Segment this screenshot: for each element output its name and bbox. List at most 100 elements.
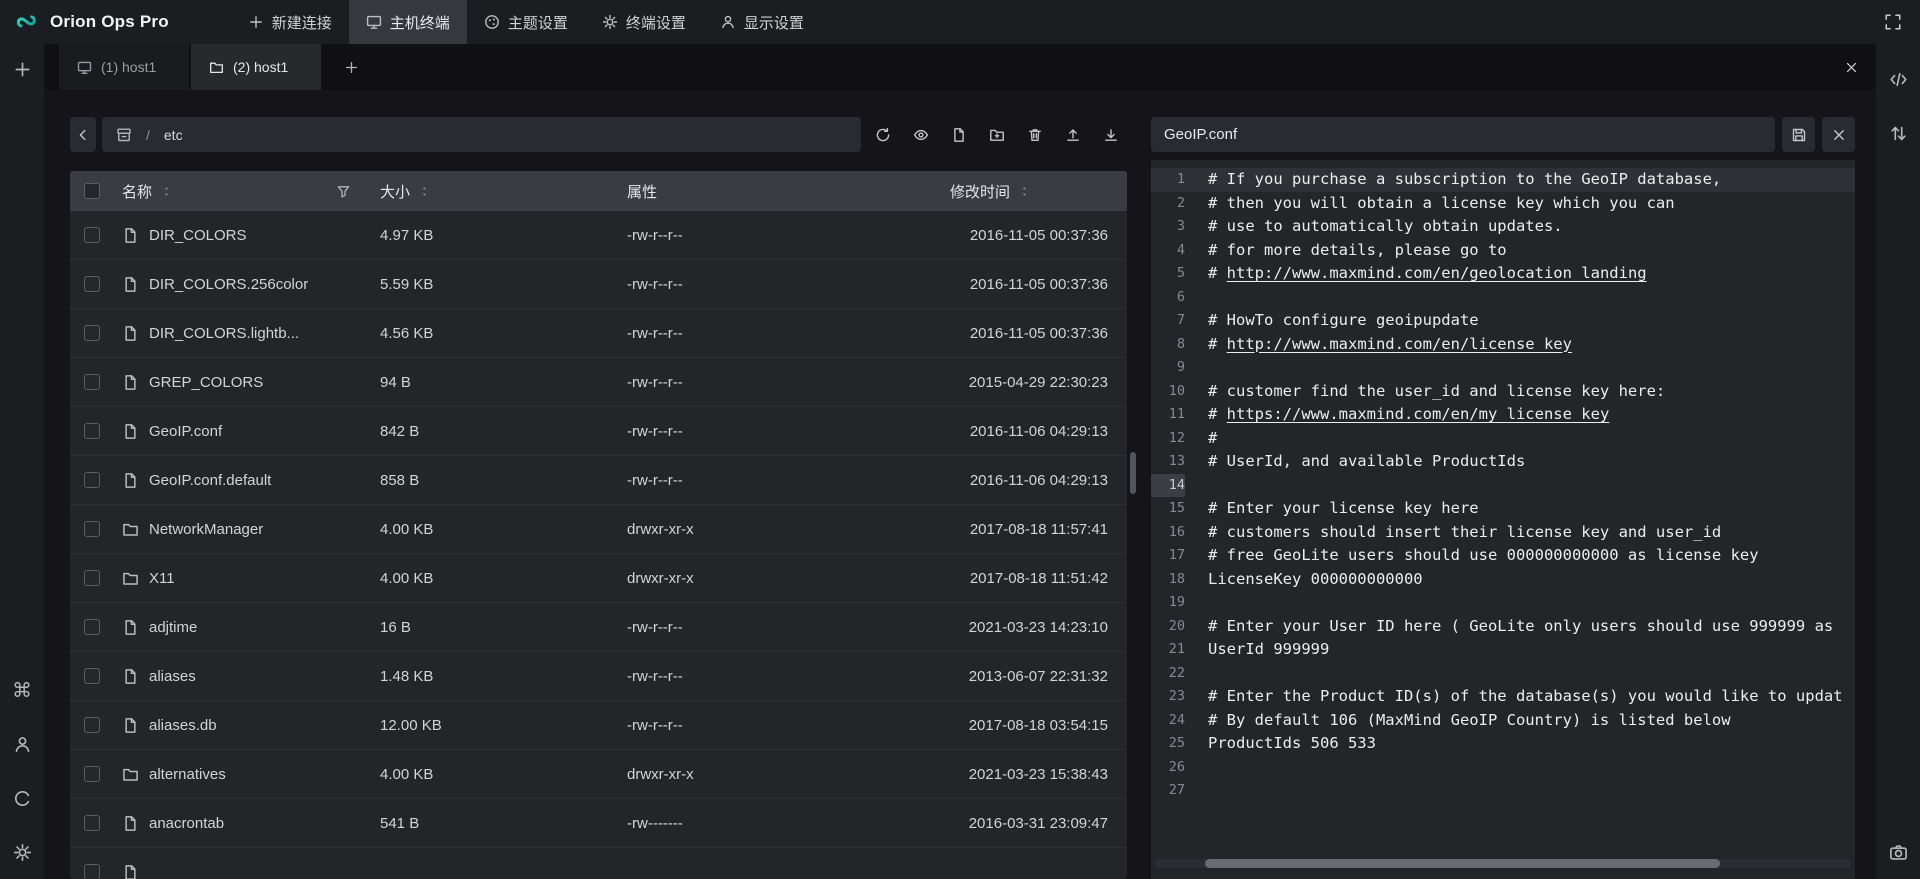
save-button[interactable]: [1782, 117, 1815, 152]
file-row[interactable]: aliases1.48 KB-rw-r--r--2013-06-07 22:31…: [70, 652, 1127, 701]
tab-1-host1[interactable]: (1) host1: [59, 44, 189, 90]
editor-line: 27: [1151, 779, 1855, 803]
folder-icon: [122, 766, 139, 783]
fullscreen-button[interactable]: [1878, 7, 1908, 37]
file-row[interactable]: alternatives4.00 KBdrwxr-xr-x2021-03-23 …: [70, 750, 1127, 799]
line-number: 5: [1151, 262, 1185, 286]
code-line: # By default 106 (MaxMind GeoIP Country)…: [1185, 709, 1731, 733]
row-checkbox[interactable]: [84, 227, 100, 243]
file-row[interactable]: DIR_COLORS4.97 KB-rw-r--r--2016-11-05 00…: [70, 211, 1127, 260]
file-row[interactable]: GeoIP.conf.default858 B-rw-r--r--2016-11…: [70, 456, 1127, 505]
row-checkbox[interactable]: [84, 276, 100, 292]
row-checkbox[interactable]: [84, 815, 100, 831]
file-attr: -rw-r--r--: [617, 325, 855, 342]
row-checkbox[interactable]: [84, 668, 100, 684]
row-checkbox[interactable]: [84, 472, 100, 488]
menu-item-host-terminal[interactable]: 主机终端: [349, 0, 467, 44]
file-row[interactable]: GREP_COLORS94 B-rw-r--r--2015-04-29 22:3…: [70, 358, 1127, 407]
right-rail-top: [1883, 64, 1913, 148]
file-row[interactable]: adjtime16 B-rw-r--r--2021-03-23 14:23:10: [70, 603, 1127, 652]
file-row[interactable]: [70, 848, 1127, 879]
row-checkbox[interactable]: [84, 766, 100, 782]
file-row[interactable]: X114.00 KBdrwxr-xr-x2017-08-18 11:51:42: [70, 554, 1127, 603]
sort-toggle-button[interactable]: [1883, 118, 1913, 148]
sort-icon: [160, 185, 173, 198]
upload-button[interactable]: [1057, 117, 1089, 152]
file-row[interactable]: DIR_COLORS.lightb...4.56 KB-rw-r--r--201…: [70, 309, 1127, 358]
row-checkbox[interactable]: [84, 325, 100, 341]
code-line: ProductIds 506 533: [1185, 732, 1376, 756]
file-list-scrollbar[interactable]: [1129, 117, 1137, 879]
file-row[interactable]: anacrontab541 B-rw-------2016-03-31 23:0…: [70, 799, 1127, 848]
line-number: 24: [1151, 709, 1185, 733]
select-all-checkbox[interactable]: [84, 183, 100, 199]
menu-item-display-settings[interactable]: 显示设置: [703, 0, 821, 44]
row-checkbox[interactable]: [84, 374, 100, 390]
editor-line: 19: [1151, 591, 1855, 615]
editor-h-scrollbar-thumb[interactable]: [1205, 859, 1720, 868]
refresh-icon: [875, 127, 891, 143]
toggle-hidden-button[interactable]: [905, 117, 937, 152]
close-editor-button[interactable]: [1822, 117, 1855, 152]
editor-line: 10# customer find the user_id and licens…: [1151, 380, 1855, 404]
shell: ⌘ (1) host1(2) host1: [0, 44, 1920, 879]
editor-header: GeoIP.conf: [1151, 117, 1855, 152]
line-number: 13: [1151, 450, 1185, 474]
screenshot-button[interactable]: [1883, 837, 1913, 867]
delete-button[interactable]: [1019, 117, 1051, 152]
row-checkbox[interactable]: [84, 619, 100, 635]
new-folder-button[interactable]: [981, 117, 1013, 152]
refresh-button[interactable]: [867, 117, 899, 152]
menu-item-terminal-settings[interactable]: 终端设置: [585, 0, 703, 44]
file-mtime: 2021-03-23 15:38:43: [855, 766, 1127, 783]
row-checkbox[interactable]: [84, 717, 100, 733]
user-button[interactable]: [7, 729, 37, 759]
editor-filename-input[interactable]: GeoIP.conf: [1151, 117, 1775, 152]
folder-icon: [122, 521, 139, 538]
line-number: 27: [1151, 779, 1185, 803]
command-palette-button[interactable]: ⌘: [7, 675, 37, 705]
breadcrumb[interactable]: / etc: [102, 117, 861, 152]
menu-item-label: 终端设置: [626, 12, 686, 33]
column-header-mtime[interactable]: 修改时间: [855, 181, 1127, 202]
file-row[interactable]: aliases.db12.00 KB-rw-r--r--2017-08-18 0…: [70, 701, 1127, 750]
column-header-name[interactable]: 名称: [114, 181, 365, 202]
add-connection-button[interactable]: [7, 54, 37, 84]
editor-line: 23# Enter the Product ID(s) of the datab…: [1151, 685, 1855, 709]
row-checkbox[interactable]: [84, 570, 100, 586]
line-number: 22: [1151, 662, 1185, 686]
chevron-left-icon: [75, 127, 91, 143]
column-label-name: 名称: [122, 181, 152, 202]
back-button[interactable]: [70, 117, 96, 152]
filter-icon[interactable]: [336, 184, 351, 199]
file-list-scrollbar-thumb[interactable]: [1130, 452, 1136, 494]
column-header-size[interactable]: 大小: [365, 181, 617, 202]
row-checkbox[interactable]: [84, 864, 100, 879]
connections-button[interactable]: [7, 783, 37, 813]
file-row[interactable]: NetworkManager4.00 KBdrwxr-xr-x2017-08-1…: [70, 505, 1127, 554]
file-size: 16 B: [365, 619, 617, 636]
file-size: 858 B: [365, 472, 617, 489]
file-size: 5.59 KB: [365, 276, 617, 293]
code-editor[interactable]: 1# If you purchase a subscription to the…: [1151, 160, 1855, 879]
menu-item-label: 主机终端: [390, 12, 450, 33]
editor-h-scrollbar[interactable]: [1155, 859, 1851, 868]
person-icon: [720, 14, 736, 30]
new-file-button[interactable]: [943, 117, 975, 152]
code-editor-button[interactable]: [1883, 64, 1913, 94]
file-row[interactable]: GeoIP.conf842 B-rw-r--r--2016-11-06 04:2…: [70, 407, 1127, 456]
menu-item-new-connection[interactable]: 新建连接: [231, 0, 349, 44]
settings-button[interactable]: [7, 837, 37, 867]
tab-2-host1[interactable]: (2) host1: [191, 44, 321, 90]
menu-item-theme-settings[interactable]: 主题设置: [467, 0, 585, 44]
new-tab-button[interactable]: [333, 44, 369, 90]
row-checkbox[interactable]: [84, 521, 100, 537]
code-line: # customers should insert their license …: [1185, 521, 1721, 545]
row-checkbox[interactable]: [84, 423, 100, 439]
file-attr: -rw-r--r--: [617, 227, 855, 244]
file-row[interactable]: DIR_COLORS.256color5.59 KB-rw-r--r--2016…: [70, 260, 1127, 309]
download-button[interactable]: [1095, 117, 1127, 152]
close-panel-button[interactable]: [1836, 52, 1866, 82]
right-rail-bottom: [1883, 837, 1913, 867]
file-name: GeoIP.conf.default: [149, 472, 271, 489]
